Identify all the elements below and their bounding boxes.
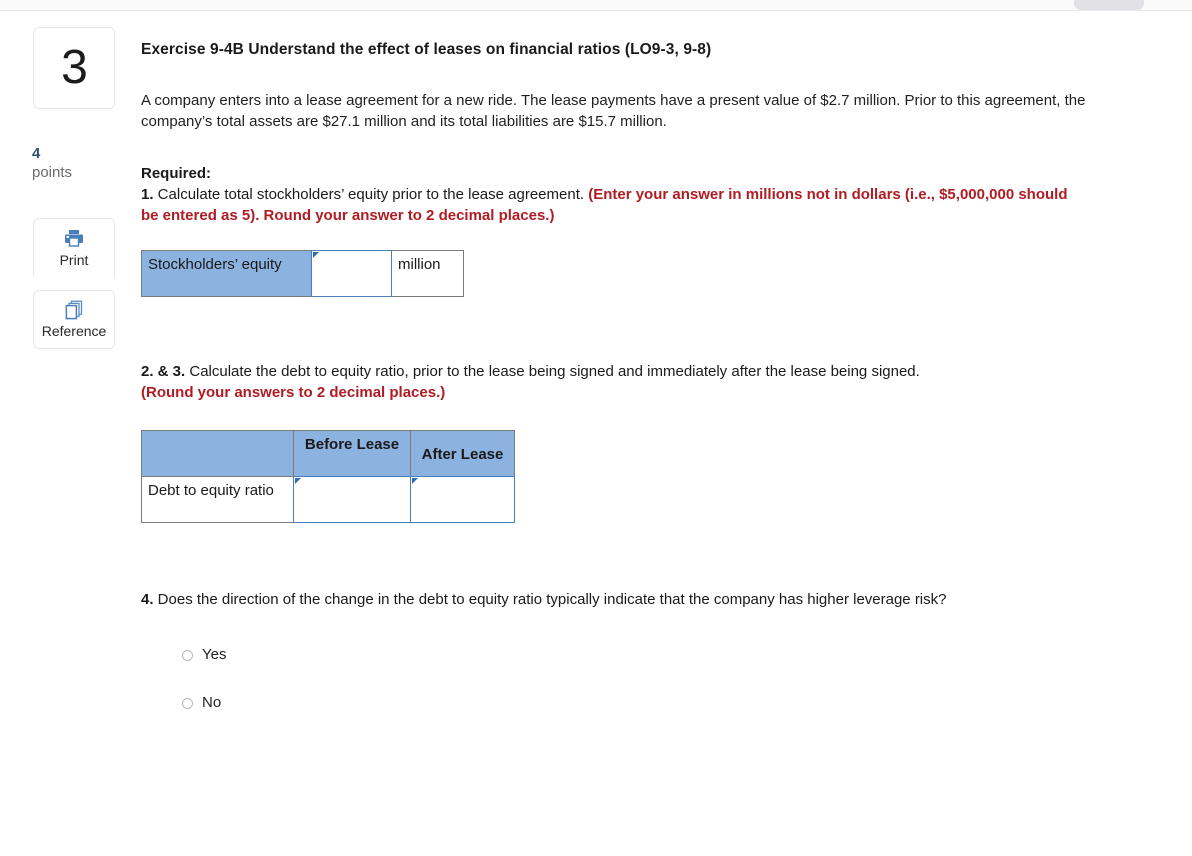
requirement-1: 1. Calculate total stockholders’ equity …	[141, 184, 1081, 226]
table-row: Debt to equity ratio	[141, 476, 515, 523]
debt-to-equity-label-cell: Debt to equity ratio	[141, 476, 294, 523]
stockholders-equity-label-cell: Stockholders’ equity	[141, 250, 312, 297]
after-lease-header: After Lease	[410, 430, 515, 477]
requirement-4-text: Does the direction of the change in the …	[153, 591, 947, 608]
exercise-body: A company enters into a lease agreement …	[141, 92, 1086, 130]
stockholders-equity-input[interactable]	[311, 250, 392, 297]
question-rail: 3 4 points Print Reference	[0, 11, 133, 856]
question-content: Exercise 9-4B Understand the effect of l…	[141, 11, 1181, 741]
radio-no-icon[interactable]	[182, 697, 193, 709]
answer-options-group: Yes No	[182, 645, 1181, 713]
requirement-1-number: 1.	[141, 186, 154, 203]
requirement-23-text: Calculate the debt to equity ratio, prio…	[185, 363, 920, 380]
debt-to-equity-after-input-cell[interactable]	[410, 476, 515, 523]
requirement-23: 2. & 3. Calculate the debt to equity rat…	[141, 361, 1101, 403]
stockholders-equity-table: Stockholders’ equity million	[141, 250, 464, 297]
reference-button-label: Reference	[41, 323, 107, 339]
requirement-23-note: (Round your answers to 2 decimal places.…	[141, 384, 446, 401]
printer-icon	[63, 228, 85, 250]
required-heading: Required:	[141, 165, 212, 182]
before-lease-header: Before Lease	[293, 430, 411, 477]
points-label: points	[32, 164, 73, 181]
top-bar-button[interactable]	[1074, 0, 1144, 10]
table-row: Stockholders’ equity million	[141, 250, 464, 297]
radio-no-label: No	[202, 694, 222, 711]
reference-button[interactable]: Reference	[33, 290, 115, 349]
required-block: Required: 1. Calculate total stockholder…	[141, 163, 1081, 226]
stockholders-equity-label: Stockholders’ equity	[148, 256, 282, 273]
requirement-23-number: 2. & 3.	[141, 363, 186, 380]
debt-to-equity-table: Before Lease After Lease Debt to equity …	[141, 430, 515, 523]
requirement-4-number: 4.	[141, 591, 154, 608]
radio-yes-label: Yes	[202, 646, 227, 663]
requirement-4: 4. Does the direction of the change in t…	[141, 589, 1076, 610]
debt-to-equity-label: Debt to equity ratio	[148, 482, 274, 499]
print-button[interactable]: Print	[33, 218, 115, 277]
debt-to-equity-before-input[interactable]	[293, 476, 411, 523]
print-button-label: Print	[59, 251, 89, 268]
question-number: 3	[61, 41, 88, 94]
table-header-row: Before Lease After Lease	[141, 430, 515, 477]
question-number-badge: 3	[33, 27, 115, 109]
after-lease-header-label: After Lease	[421, 446, 504, 463]
points-block: 4 points	[32, 144, 122, 183]
radio-option-no[interactable]: No	[182, 693, 221, 713]
copy-pages-icon	[63, 299, 85, 321]
debt-to-equity-corner-header	[141, 430, 294, 477]
requirement-1-text: Calculate total stockholders’ equity pri…	[153, 186, 589, 203]
stockholders-equity-unit-label: million	[398, 256, 441, 273]
stockholders-equity-input-cell[interactable]	[311, 250, 392, 297]
top-bar	[0, 0, 1192, 11]
points-value: 4	[32, 145, 41, 162]
debt-to-equity-table-wrapper: Before Lease After Lease Debt to equity …	[141, 430, 1181, 523]
debt-to-equity-before-input-cell[interactable]	[293, 476, 411, 523]
stockholders-equity-unit-cell: million	[391, 250, 464, 297]
debt-to-equity-after-input[interactable]	[410, 476, 515, 523]
radio-option-yes[interactable]: Yes	[182, 645, 226, 665]
exercise-title: Exercise 9-4B Understand the effect of l…	[141, 41, 712, 58]
radio-yes-icon[interactable]	[182, 649, 193, 661]
before-lease-header-label: Before Lease	[304, 436, 400, 453]
stockholders-equity-table-wrapper: Stockholders’ equity million	[141, 250, 1181, 297]
